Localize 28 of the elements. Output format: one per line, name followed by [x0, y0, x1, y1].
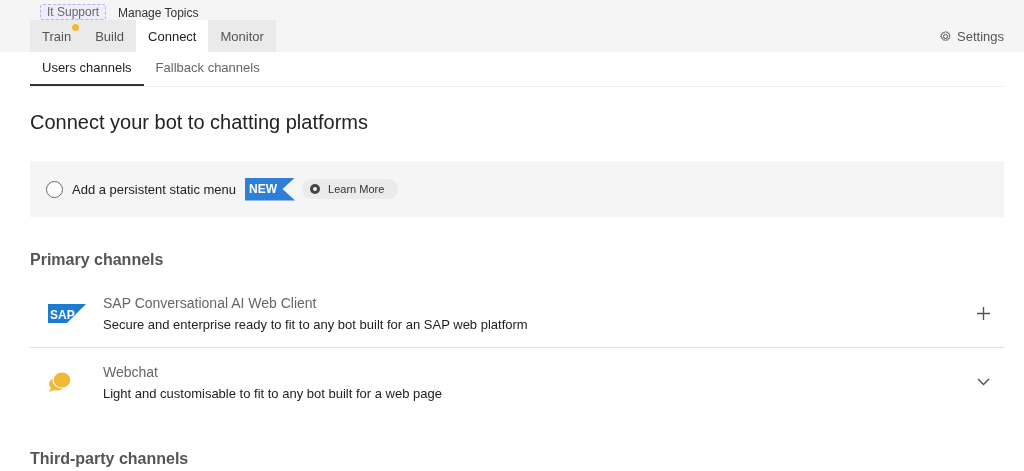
channel-description: Light and customisable to fit to any bot built for a web page [103, 385, 443, 401]
help-icon [310, 184, 321, 194]
settings-button[interactable]: Settings [939, 28, 1004, 44]
nav-tab[interactable]: Build [83, 20, 137, 52]
channel-description: Secure and enterprise ready to fit to any bot built for an SAP web platform [103, 316, 529, 332]
nav-tab[interactable]: Train [30, 20, 84, 52]
sap-logo-icon: SAP [48, 303, 86, 323]
channel-row[interactable]: SAP SAP Conversational AI Web Client Secure and enterprise ready to fit to any bot built for an SAP web platform [30, 279, 1004, 348]
option-label: Add a persistent static menu [72, 181, 237, 197]
section-title: Third-party channels [30, 450, 190, 468]
channel-name: Webchat [103, 363, 159, 380]
chat-bubbles-icon [48, 371, 72, 393]
new-tag: NEW [245, 177, 296, 201]
channel-row[interactable]: Webchat Light and customisable to fit to any bot built for a web page [30, 348, 1004, 416]
learn-more-button[interactable]: Learn More [302, 179, 399, 199]
plus-icon[interactable] [977, 306, 990, 320]
settings-icon [939, 29, 952, 43]
channel-tab[interactable]: Fallback channels [143, 52, 272, 86]
page-title: Manage Topics [118, 6, 199, 20]
chevron-down-icon[interactable] [977, 378, 990, 386]
workspace-chip[interactable]: It Support [40, 4, 107, 20]
channel-tab[interactable]: Users channels [30, 52, 144, 86]
radio-button[interactable] [46, 180, 63, 198]
nav-tab[interactable]: Connect [136, 20, 209, 52]
section-title: Primary channels [30, 251, 165, 269]
nav-tab[interactable]: Monitor [208, 20, 276, 52]
page-heading: Connect your bot to chatting platforms [30, 111, 369, 134]
channel-name: SAP Conversational AI Web Client [103, 294, 318, 311]
